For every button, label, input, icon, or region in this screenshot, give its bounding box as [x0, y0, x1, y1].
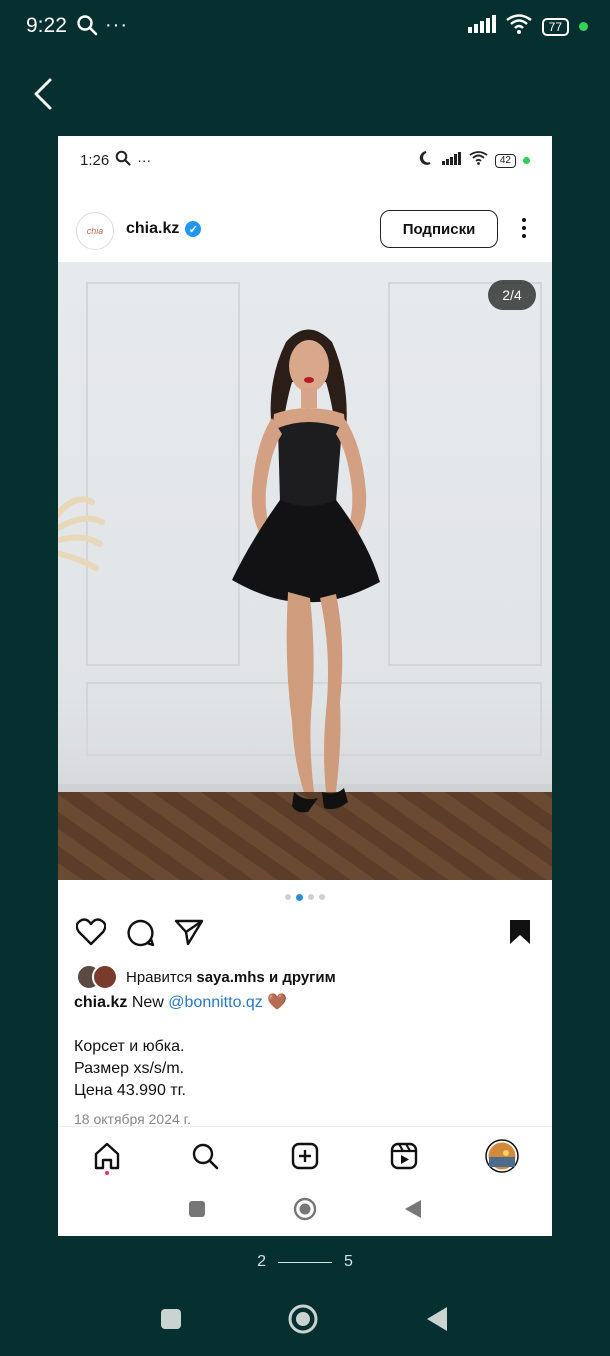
green-dot-icon [523, 157, 530, 164]
inner-system-nav [58, 1184, 552, 1236]
search-icon [76, 14, 98, 41]
post-header: chia chia.kz ✓ Подписки [58, 196, 552, 262]
avatar[interactable]: chia [76, 212, 114, 250]
inner-battery-indicator: 42 [494, 153, 516, 168]
battery-indicator: 77 [541, 17, 569, 36]
bottom-nav [58, 1126, 552, 1183]
avatar [92, 964, 118, 990]
more-icon: ··· [105, 14, 128, 36]
verified-icon: ✓ [185, 221, 202, 237]
post-image[interactable]: 2/4 [58, 262, 552, 880]
heart-icon[interactable] [75, 918, 107, 951]
post-caption: chia.kz New @bonnitto.qz 🤎 Корсет и юбка… [74, 992, 534, 1102]
image-counter: 2/4 [488, 280, 536, 310]
triangle-icon[interactable] [404, 1199, 422, 1224]
model-figure [232, 329, 380, 813]
wall-panel [388, 282, 542, 666]
moon-icon [419, 150, 435, 171]
pager-divider [278, 1261, 332, 1263]
wifi-icon [469, 151, 488, 170]
caption-first-line: chia.kz New @bonnitto.qz 🤎 [74, 992, 534, 1014]
system-nav [0, 1296, 610, 1344]
screenshot-card: 1:26 ··· 42 chia chia.kz ✓ Подписки 2/4 … [58, 136, 552, 1236]
search-icon [115, 150, 131, 170]
add-icon[interactable] [288, 1139, 322, 1173]
carousel-dot [308, 894, 314, 900]
status-time: 9:22 [26, 14, 67, 37]
square-icon[interactable] [188, 1200, 206, 1223]
likes-suffix[interactable]: и другим [269, 969, 336, 986]
caption-line: Размер xs/s/m. [74, 1060, 185, 1077]
likes-prefix: Нравится [126, 968, 193, 986]
pampas-grass-decoration [58, 472, 112, 587]
triangle-icon[interactable] [426, 1306, 448, 1337]
profile-icon[interactable] [485, 1139, 519, 1173]
username-text[interactable]: chia.kz [126, 220, 179, 238]
search-icon[interactable] [188, 1139, 222, 1173]
likes-user[interactable]: saya.mhs [196, 969, 264, 986]
pager-current: 2 [257, 1253, 266, 1270]
caption-emoji: 🤎 [267, 994, 288, 1011]
caption-username[interactable]: chia.kz [74, 994, 127, 1011]
caption-line: Корсет и юбка. [74, 1038, 185, 1055]
carousel-indicator [58, 893, 552, 901]
notification-dot [105, 1171, 109, 1175]
more-icon: ··· [137, 152, 152, 168]
status-right: 77 [467, 14, 588, 39]
caption-text: New [131, 994, 164, 1011]
comment-icon[interactable] [126, 918, 156, 953]
square-icon[interactable] [160, 1308, 182, 1335]
signal-icon [467, 15, 496, 38]
likes-row[interactable]: Нравится saya.mhs и другим [76, 964, 336, 990]
inner-status-left: 1:26 ··· [80, 150, 151, 170]
carousel-dot [285, 894, 291, 900]
home-icon[interactable] [90, 1139, 124, 1175]
kebab-icon[interactable] [522, 218, 528, 242]
signal-icon [441, 151, 462, 170]
post-date: 18 октября 2024 г. [74, 1111, 191, 1127]
green-dot-icon [579, 22, 588, 31]
back-icon[interactable] [30, 76, 56, 117]
pager-total: 5 [344, 1253, 353, 1270]
username[interactable]: chia.kz ✓ [126, 220, 202, 238]
reels-icon[interactable] [387, 1139, 421, 1173]
caption-mention[interactable]: @bonnitto.qz [168, 994, 263, 1011]
carousel-dot [319, 894, 325, 900]
liker-avatars [76, 964, 118, 990]
caption-line: Цена 43.990 тг. [74, 1082, 186, 1099]
share-icon[interactable] [174, 918, 204, 951]
bookmark-icon[interactable] [508, 918, 532, 951]
status-bar: 9:22 ··· 77 [0, 0, 610, 52]
circle-icon[interactable] [293, 1197, 317, 1226]
inner-status-right: 42 [419, 150, 530, 171]
carousel-dot-active [296, 893, 303, 901]
following-button[interactable]: Подписки [380, 210, 498, 248]
inner-status-time: 1:26 [80, 151, 110, 169]
circle-icon[interactable] [288, 1304, 318, 1339]
action-row [75, 918, 536, 951]
image-pager: 2 5 [0, 1250, 610, 1274]
wifi-icon [505, 14, 532, 39]
